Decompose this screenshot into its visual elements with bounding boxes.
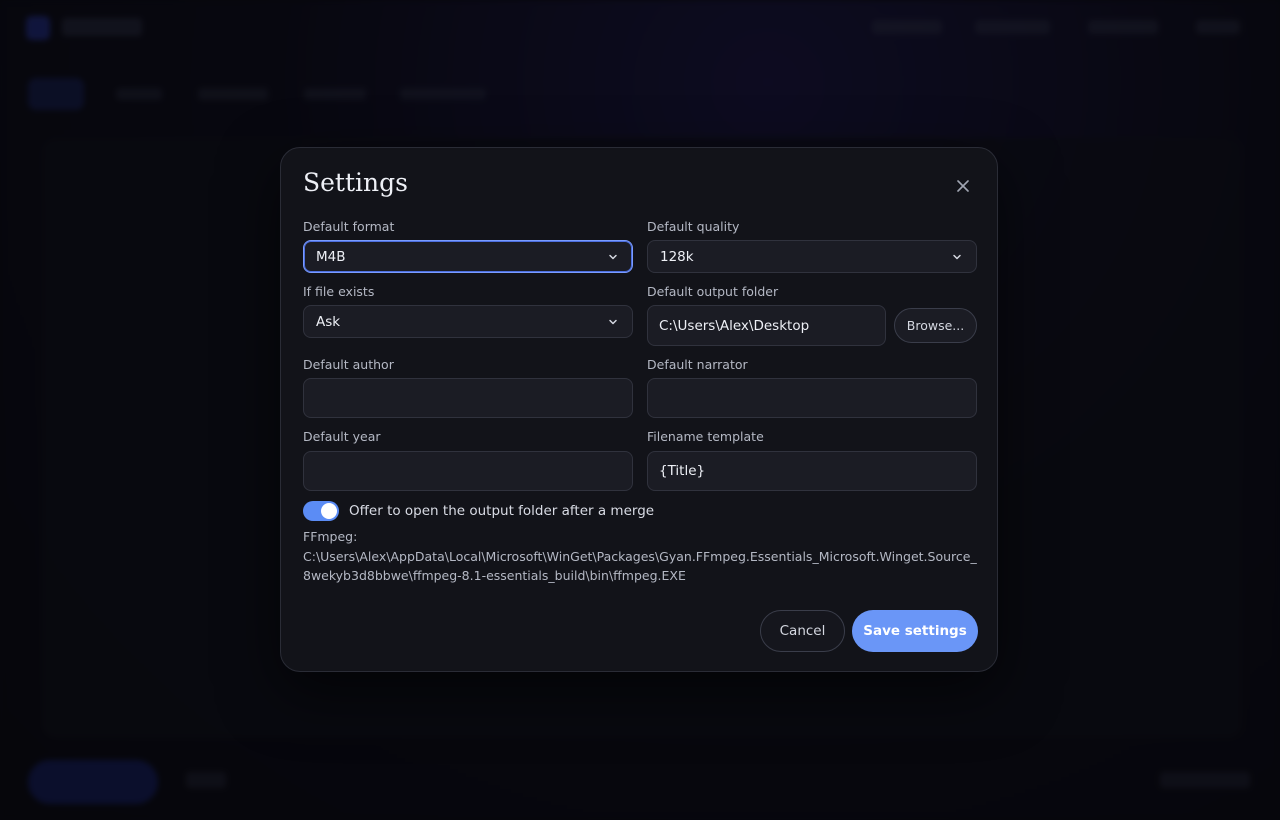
chevron-down-icon — [609, 254, 617, 260]
filename-template-value: {Title} — [659, 463, 706, 479]
chevron-down-icon — [609, 319, 617, 325]
settings-dialog: Settings Default format M4B Default qual… — [280, 147, 998, 672]
default-year-input[interactable] — [303, 451, 633, 491]
default-output-folder-value: C:\Users\Alex\Desktop — [659, 317, 810, 334]
open-folder-toggle-label: Offer to open the output folder after a … — [349, 503, 655, 519]
if-file-exists-value: Ask — [316, 313, 341, 330]
default-format-select[interactable]: M4B — [303, 240, 633, 273]
default-quality-select[interactable]: 128k — [647, 240, 977, 273]
default-quality-label: Default quality — [647, 219, 740, 234]
toggle-knob — [321, 503, 337, 519]
browse-button[interactable]: Browse... — [894, 308, 977, 343]
default-narrator-label: Default narrator — [647, 357, 748, 372]
if-file-exists-select[interactable]: Ask — [303, 305, 633, 338]
if-file-exists-label: If file exists — [303, 284, 375, 299]
default-format-value: M4B — [316, 248, 346, 265]
cancel-button[interactable]: Cancel — [760, 610, 845, 652]
default-narrator-input[interactable] — [647, 378, 977, 418]
default-output-folder-label: Default output folder — [647, 284, 779, 299]
chevron-down-icon — [953, 254, 961, 260]
filename-template-input[interactable]: {Title} — [647, 451, 977, 491]
dialog-title: Settings — [303, 168, 408, 197]
default-output-folder-input[interactable]: C:\Users\Alex\Desktop — [647, 305, 886, 346]
ffmpeg-path: C:\Users\Alex\AppData\Local\Microsoft\Wi… — [303, 549, 977, 583]
save-settings-button[interactable]: Save settings — [852, 610, 978, 652]
close-icon — [957, 180, 969, 192]
default-format-label: Default format — [303, 219, 395, 234]
open-folder-toggle[interactable] — [303, 501, 339, 521]
default-author-label: Default author — [303, 357, 394, 372]
close-button[interactable] — [951, 174, 975, 198]
filename-template-label: Filename template — [647, 429, 764, 444]
default-author-input[interactable] — [303, 378, 633, 418]
default-quality-value: 128k — [660, 248, 694, 265]
ffmpeg-label: FFmpeg: — [303, 529, 358, 544]
default-year-label: Default year — [303, 429, 381, 444]
